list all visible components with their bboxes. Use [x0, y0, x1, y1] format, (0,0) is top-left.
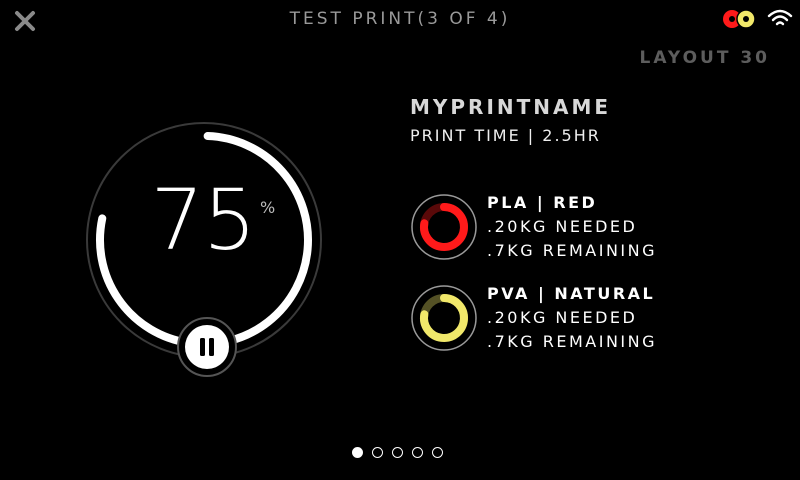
wifi-icon	[767, 9, 793, 26]
material-needed: .20KG NEEDED	[487, 217, 638, 236]
material-remaining: .7KG REMAINING	[487, 241, 657, 260]
progress-unit: %	[260, 198, 276, 217]
material-gauge	[411, 194, 477, 260]
pause-icon	[200, 338, 214, 356]
material-name: PVA | NATURAL	[487, 284, 656, 303]
page-dot[interactable]	[372, 447, 383, 458]
material-item: PVA | NATURAL .20KG NEEDED .7KG REMAININ…	[410, 284, 750, 354]
page-indicator	[352, 447, 452, 461]
material-item: PLA | RED .20KG NEEDED .7KG REMAINING	[410, 193, 750, 263]
material-needed: .20KG NEEDED	[487, 308, 638, 327]
pause-button[interactable]	[177, 317, 237, 377]
page-dot[interactable]	[432, 447, 443, 458]
print-name: MYPRINTNAME	[410, 95, 612, 119]
wifi-status[interactable]	[766, 6, 794, 30]
pause-button-face	[185, 325, 229, 369]
page-dot[interactable]	[412, 447, 423, 458]
print-time: PRINT TIME | 2.5HR	[410, 126, 601, 145]
layout-label: LAYOUT 30	[639, 48, 770, 68]
page-dot[interactable]	[352, 447, 363, 458]
page-dot[interactable]	[392, 447, 403, 458]
progress-percentage: 75	[150, 171, 257, 269]
material-gauge	[411, 285, 477, 351]
material-remaining: .7KG REMAINING	[487, 332, 657, 351]
material-name: PLA | RED	[487, 193, 598, 212]
page-title: TEST PRINT(3 OF 4)	[289, 9, 511, 29]
